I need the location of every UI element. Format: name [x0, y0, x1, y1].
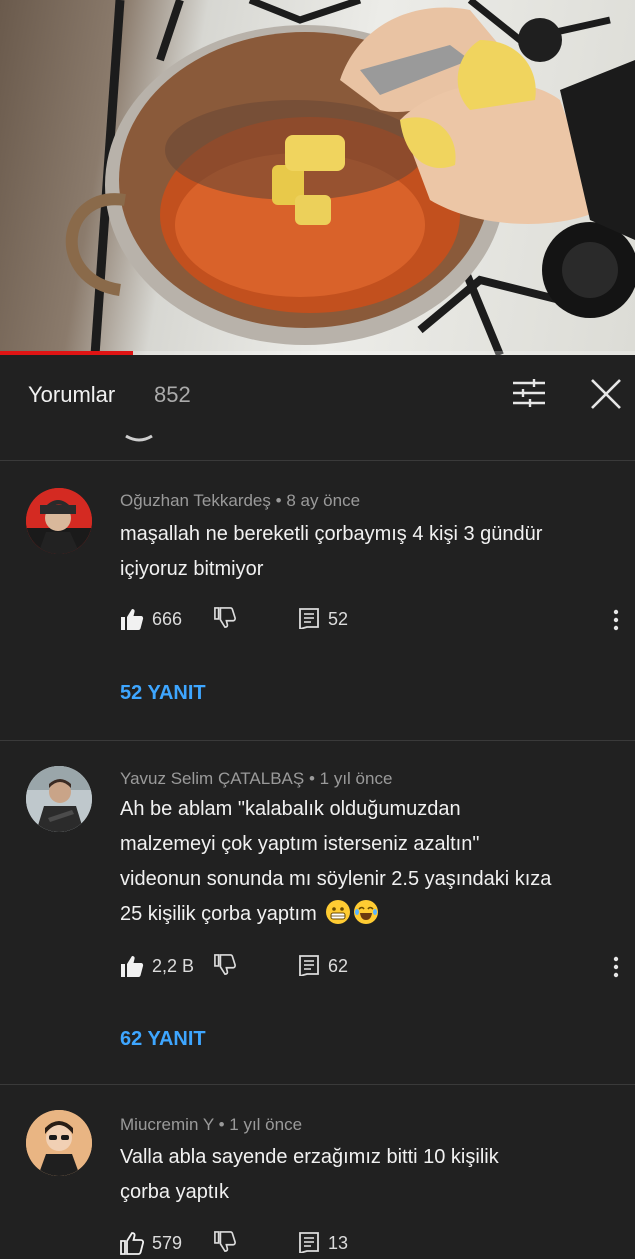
comment-item: Miucremin Y • 1 yıl önce Valla abla saye… — [0, 1085, 635, 1257]
avatar-image — [26, 1110, 92, 1176]
view-replies-link[interactable]: 62 YANIT — [120, 1028, 206, 1051]
comment-actions: 579 13 — [120, 1229, 620, 1259]
reply-count: 62 — [328, 956, 349, 976]
comment-actions: 2,2 B 62 — [120, 952, 620, 982]
avatar[interactable] — [26, 488, 92, 554]
thumbs-up-icon[interactable] — [120, 954, 144, 978]
comment-meta: Miucremin Y • 1 yıl önce — [120, 1115, 303, 1134]
more-vert-icon[interactable] — [608, 955, 624, 979]
video-progress-fill — [0, 351, 134, 355]
comment-author[interactable]: Oğuzhan Tekkardeş — [120, 491, 271, 510]
thumbs-down-icon[interactable] — [214, 954, 236, 976]
comments-title: Yorumlar — [28, 382, 116, 407]
comment-line: içiyoruz bitmiyor — [120, 558, 264, 580]
avatar[interactable] — [26, 766, 92, 832]
video-progress-bar[interactable] — [0, 351, 635, 355]
comment-body: Valla abla sayende erzağımız bitti 10 ki… — [120, 1140, 625, 1210]
comment-meta: Oğuzhan Tekkardeş • 8 ay önce — [120, 491, 361, 510]
video-frame-image — [65, 0, 635, 355]
reply-icon[interactable] — [298, 954, 320, 976]
thumbs-down-icon[interactable] — [214, 607, 236, 629]
thumbs-down-icon[interactable] — [214, 1231, 236, 1253]
thumbs-up-icon[interactable] — [120, 607, 144, 631]
sheet-handle-icon — [125, 434, 153, 442]
comment-item: Yavuz Selim ÇATALBAŞ • 1 yıl önce Ah be … — [0, 741, 635, 1084]
reply-count: 52 — [328, 609, 349, 629]
reply-icon[interactable] — [298, 607, 320, 629]
like-count: 579 — [152, 1233, 183, 1253]
comment-line: Ah be ablam "kalabalık olduğumuzdan — [120, 798, 461, 820]
comment-body: Ah be ablam "kalabalık olduğumuzdan malz… — [120, 792, 625, 932]
laughing-tears-emoji — [354, 900, 379, 924]
comment-line: Valla abla sayende erzağımız bitti 10 ki… — [120, 1146, 499, 1168]
avatar-image — [26, 488, 92, 554]
avatar-image — [26, 766, 92, 832]
grimacing-face-emoji — [326, 900, 351, 924]
reply-count: 13 — [328, 1233, 349, 1253]
divider — [0, 460, 635, 461]
comment-time: 1 yıl önce — [229, 1115, 303, 1134]
comments-header: Yorumlar 852 — [0, 356, 635, 434]
comment-line: çorba yaptık — [120, 1181, 229, 1203]
comment-meta: Yavuz Selim ÇATALBAŞ • 1 yıl önce — [120, 769, 393, 788]
avatar[interactable] — [26, 1110, 92, 1176]
comment-author[interactable]: Miucremin Y — [120, 1115, 214, 1134]
comment-body: maşallah ne bereketli çorbaymış 4 kişi 3… — [120, 517, 625, 587]
video-player[interactable] — [0, 0, 635, 355]
comment-line: malzemeyi çok yaptım isterseniz azaltın" — [120, 833, 480, 855]
reply-icon[interactable] — [298, 1231, 320, 1253]
comment-line: videonun sonunda mı söylenir 2.5 yaşında… — [120, 868, 552, 890]
close-icon[interactable] — [590, 378, 622, 410]
comment-author[interactable]: Yavuz Selim ÇATALBAŞ — [120, 769, 304, 788]
thumbs-up-icon[interactable] — [120, 1231, 144, 1255]
comment-actions: 666 52 — [120, 605, 620, 635]
comment-line: 25 kişilik çorba yaptım — [120, 903, 317, 925]
comment-time: 8 ay önce — [286, 491, 361, 510]
comments-count: 852 — [154, 382, 191, 407]
comment-time: 1 yıl önce — [319, 769, 393, 788]
view-replies-link[interactable]: 52 YANIT — [120, 682, 206, 705]
comment-item: Oğuzhan Tekkardeş • 8 ay önce maşallah n… — [0, 462, 635, 740]
comment-line-with-emoji: 25 kişilik çorba yaptım — [120, 897, 625, 932]
more-vert-icon[interactable] — [608, 608, 624, 632]
like-count: 666 — [152, 609, 183, 629]
like-count: 2,2 B — [152, 956, 195, 976]
comment-line: maşallah ne bereketli çorbaymış 4 kişi 3… — [120, 523, 543, 545]
filter-icon[interactable] — [512, 378, 546, 408]
